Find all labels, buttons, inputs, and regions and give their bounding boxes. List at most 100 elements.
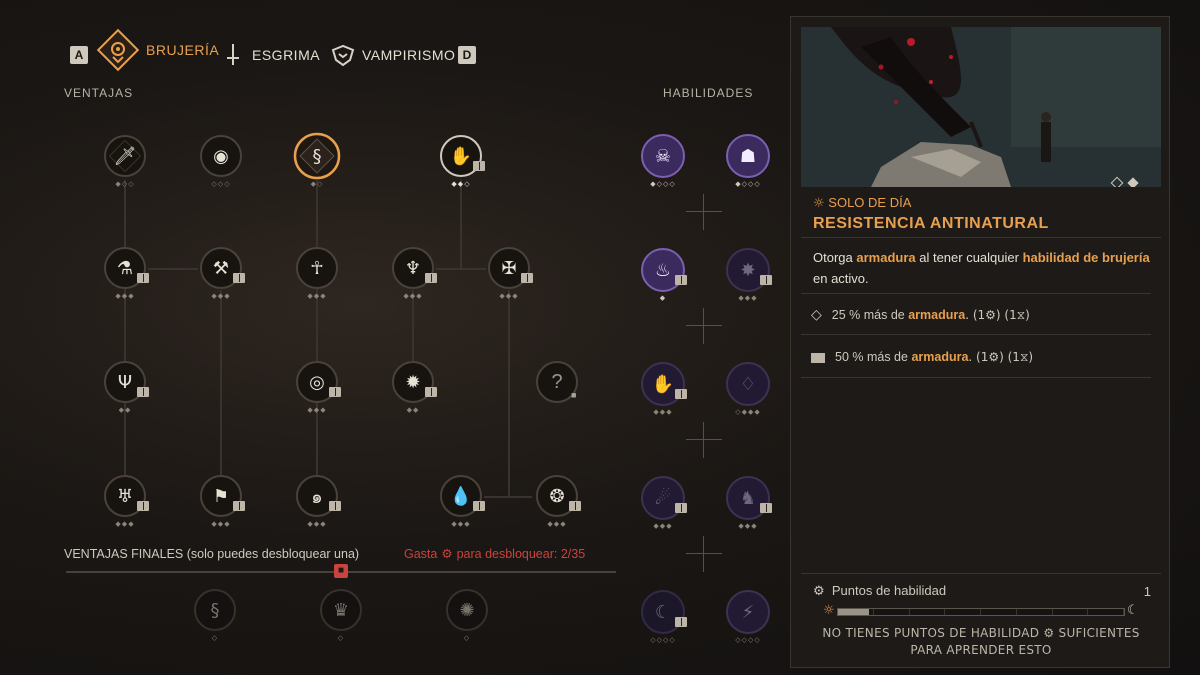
serpent-sigil-icon: §	[210, 599, 220, 621]
perk-node[interactable]: ๑ ◆◆◆	[293, 472, 341, 528]
tab-vampirism-label: VAMPIRISMO	[362, 47, 456, 63]
tab-fencing-label: ESGRIMA	[252, 47, 321, 63]
moon-icon: ☾	[1127, 603, 1139, 618]
tab-fencing[interactable]: ESGRIMA	[220, 42, 320, 68]
eye-hand-icon: ☄	[654, 487, 672, 509]
perk-node[interactable]: 🗡 ◆◇◇	[101, 132, 149, 188]
perk-node[interactable]: ◎ ◆◆◆	[293, 358, 341, 414]
tree-line	[124, 180, 126, 510]
perk-node-selected[interactable]: § ◆◇	[293, 132, 341, 188]
perk-node[interactable]: ⚑ ◆◆◆	[197, 472, 245, 528]
drop-icon: 💧	[449, 485, 473, 507]
gear-icon: ⚙	[813, 584, 825, 599]
perk-node[interactable]: ✹ ◆◆	[389, 358, 437, 414]
perk-node[interactable]: ◉ ◇◇◇	[197, 132, 245, 188]
shovel-icon: ⚒	[212, 257, 230, 279]
spiked-cross-icon: ✸	[740, 259, 756, 281]
mortar-icon: ⚗	[116, 257, 134, 279]
flame-icon: ✹	[405, 371, 421, 393]
preview-image	[801, 27, 1161, 187]
tab-vampirism[interactable]: VAMPIRISMO	[330, 42, 455, 68]
perk-node[interactable]: ♆ ◆◆◆	[389, 244, 437, 300]
skill-node[interactable]: ⚡ ◇◇◇◇	[724, 588, 772, 644]
sword-icon	[227, 44, 239, 65]
final-perk-node[interactable]: ♛ ◇	[317, 586, 365, 642]
skills-section-label: HABILIDADES	[663, 86, 754, 100]
book-icon	[329, 501, 341, 511]
book-icon	[811, 352, 825, 363]
perk-node[interactable]: 💧 ◆◆◆	[437, 472, 485, 528]
perk-node[interactable]: ☥ ◆◆◆	[293, 244, 341, 300]
perk-node[interactable]: ❂ ◆◆◆	[533, 472, 581, 528]
diamond-icon: ◇	[811, 307, 822, 323]
tab-sorcery-label: BRUJERÍA	[146, 42, 220, 58]
skill-node[interactable]: ♨ ◆	[639, 246, 687, 302]
lock-icon: ■	[571, 390, 577, 400]
final-perks-label: VENTAJAS FINALES (solo puedes desbloquea…	[64, 547, 360, 561]
book-icon	[329, 387, 341, 397]
crowned-eye-icon: ♛	[332, 599, 350, 621]
perk-node-locked[interactable]: ? ■	[533, 358, 581, 406]
book-icon	[473, 501, 485, 511]
tree-line	[316, 180, 318, 510]
ankh-icon: ☥	[310, 257, 324, 279]
flame-hand-icon: ✋	[651, 373, 675, 395]
prev-tab-key[interactable]: A	[70, 46, 88, 64]
final-perk-node[interactable]: § ◇	[191, 586, 239, 642]
skill-slot-divider	[686, 194, 722, 230]
perk-node[interactable]: ♅ ◆◆◆	[101, 472, 149, 528]
book-icon	[425, 273, 437, 283]
tree-line	[460, 180, 462, 270]
next-tab-key[interactable]: D	[458, 46, 476, 64]
raven-icon: ♢	[739, 373, 757, 395]
unlock-cost-text: Gasta ⚙ para desbloquear: 2/35	[404, 546, 586, 561]
vampire-icon	[331, 44, 355, 67]
skill-slot-divider	[686, 422, 722, 458]
book-icon	[425, 387, 437, 397]
book-icon	[675, 275, 687, 285]
eye-icon: ◉	[213, 145, 229, 167]
perk-node[interactable]: Ψ ◆◆	[101, 358, 149, 414]
claw-icon: ❂	[549, 485, 565, 507]
vortex-icon: ๑	[311, 486, 323, 508]
insufficient-points-warning: NO TIENES PUNTOS DE HABILIDAD ⚙ SUFICIEN…	[822, 626, 1140, 657]
skill-node[interactable]: ☾ ◇◇◇◇	[639, 588, 687, 644]
lock-icon: ■	[334, 564, 348, 578]
sun-icon: ☼	[823, 603, 835, 618]
perk-node[interactable]: ✋ ◆◆◇	[437, 132, 485, 188]
perk-node[interactable]: ⚒ ◆◆◆	[197, 244, 245, 300]
sorcery-eye-icon	[96, 28, 140, 72]
skill-node[interactable]: ☠ ◆◇◇◇	[639, 132, 687, 188]
book-icon	[233, 501, 245, 511]
skill-node[interactable]: ✸ ◆◆◆	[724, 246, 772, 302]
perk-node[interactable]: ⚗ ◆◆◆	[101, 244, 149, 300]
detail-description: Otorga armadura al tener cualquier habil…	[813, 250, 1150, 286]
kicker-text: SOLO DE DÍA	[828, 195, 912, 210]
divider	[801, 237, 1161, 238]
tab-sorcery[interactable]: BRUJERÍA	[96, 28, 219, 72]
dagger-icon: 🗡	[113, 145, 137, 167]
book-icon	[473, 161, 485, 171]
perk-node[interactable]: ✠ ◆◆◆	[485, 244, 533, 300]
divider	[801, 293, 1151, 294]
bonus-row-1: ◇ 25 % más de armadura. (1⚙) (1⧖)	[811, 307, 1030, 323]
bonus-row-2: 50 % más de armadura. (1⚙) (1⧖)	[811, 350, 1033, 365]
detail-title: RESISTENCIA ANTINATURAL	[813, 215, 1049, 232]
shadow-icon: ☾	[654, 601, 672, 623]
day-night-progress-bar	[837, 608, 1125, 616]
final-perk-node[interactable]: ✺ ◇	[443, 586, 491, 642]
skill-node[interactable]: ♞ ◆◆◆	[724, 474, 772, 530]
skill-node[interactable]: ♢ ◇◆◆◆	[724, 360, 772, 416]
book-icon	[760, 503, 772, 513]
skill-node[interactable]: ☗ ◆◇◇◇	[724, 132, 772, 188]
book-icon	[521, 273, 533, 283]
sun-icon: ☼	[813, 196, 825, 211]
tree-line	[484, 496, 532, 498]
tree-line	[508, 290, 510, 498]
trident-icon: Ψ	[117, 371, 133, 393]
skill-node[interactable]: ✋ ◆◆◆	[639, 360, 687, 416]
skill-node[interactable]: ☄ ◆◆◆	[639, 474, 687, 530]
skull-icon: ☠	[654, 145, 672, 167]
divider	[801, 573, 1161, 574]
book-icon	[675, 617, 687, 627]
